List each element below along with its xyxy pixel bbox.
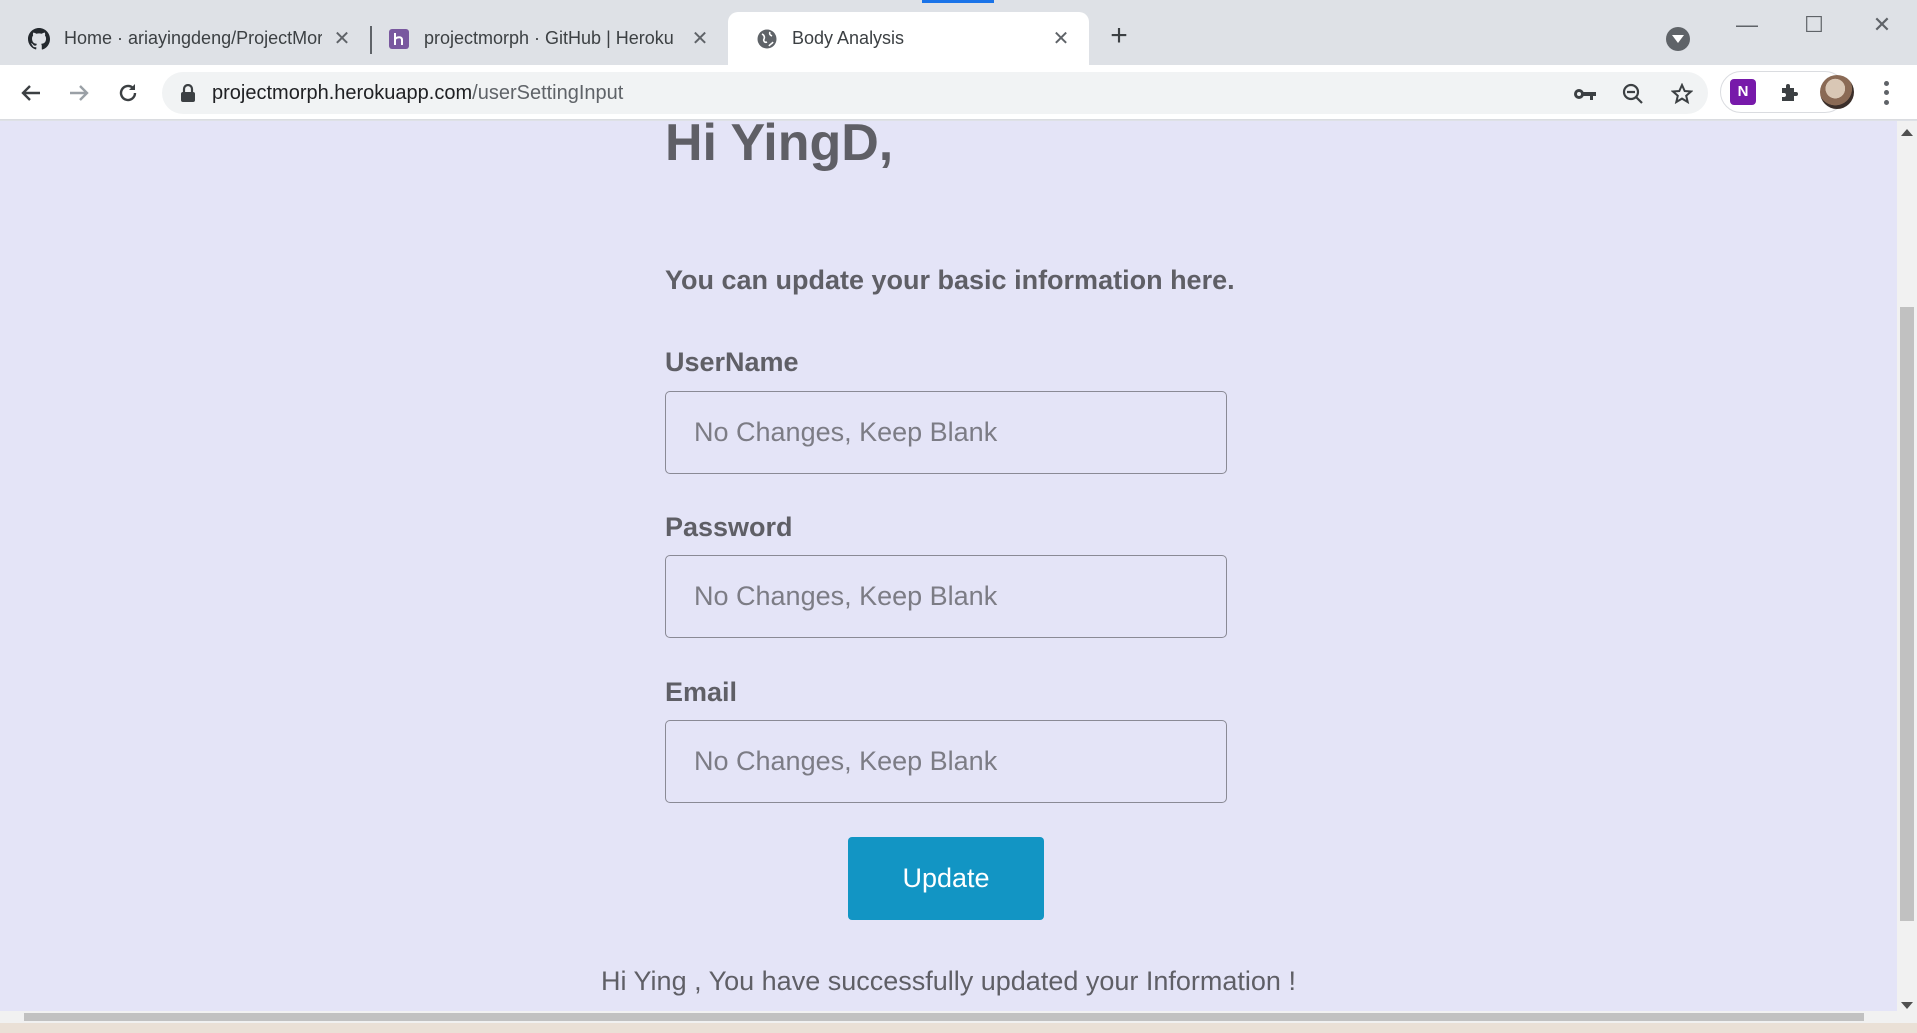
url-path: /userSettingInput [472, 82, 624, 104]
vertical-scrollbar[interactable] [1897, 121, 1917, 1011]
username-label: UserName [665, 347, 799, 377]
back-arrow-icon[interactable] [16, 78, 46, 108]
globe-icon [756, 28, 778, 50]
zoom-out-icon[interactable] [1620, 81, 1646, 107]
tab-body-analysis[interactable]: Body Analysis ✕ [728, 12, 1089, 65]
tab-strip: Home · ariayingdeng/ProjectMorph ✕ proje… [0, 0, 1917, 65]
minimize-icon[interactable]: — [1727, 10, 1767, 40]
tab-search-icon[interactable] [1666, 27, 1690, 51]
extensions-puzzle-icon[interactable] [1775, 77, 1805, 107]
reload-icon[interactable] [113, 78, 143, 108]
password-input[interactable] [665, 555, 1227, 638]
vertical-scroll-thumb[interactable] [1900, 307, 1914, 921]
os-taskbar [0, 1023, 1917, 1033]
url-text: projectmorph.herokuapp.com/userSettingIn… [212, 82, 623, 105]
tab-title: Body Analysis [792, 28, 905, 48]
page-title: Hi YingD, [665, 121, 894, 172]
onenote-icon[interactable]: N [1730, 79, 1756, 105]
update-button[interactable]: Update [848, 837, 1044, 920]
close-icon[interactable]: ✕ [690, 29, 710, 49]
url-domain: projectmorph.herokuapp.com [212, 82, 473, 104]
heroku-icon [388, 28, 410, 50]
tab-title: projectmorph · GitHub | Heroku [424, 28, 674, 48]
loading-indicator [922, 0, 994, 3]
tab-title: Home · ariayingdeng/ProjectMorph [64, 28, 322, 48]
success-message: Hi Ying , You have successfully updated … [601, 966, 1296, 996]
scroll-down-icon[interactable] [1901, 1002, 1913, 1009]
horizontal-scroll-thumb[interactable] [24, 1013, 1864, 1021]
close-window-icon[interactable]: ✕ [1862, 10, 1902, 40]
kebab-menu-icon[interactable] [1876, 79, 1896, 107]
maximize-icon[interactable]: ☐ [1794, 10, 1834, 40]
lock-icon[interactable] [180, 83, 196, 102]
close-icon[interactable]: ✕ [332, 29, 352, 49]
new-tab-icon[interactable]: + [1104, 21, 1134, 52]
profile-avatar[interactable] [1820, 75, 1854, 109]
username-input[interactable] [665, 391, 1227, 474]
tab-github[interactable]: Home · ariayingdeng/ProjectMorph ✕ [0, 12, 370, 65]
password-label: Password [665, 512, 793, 542]
browser-toolbar: projectmorph.herokuapp.com/userSettingIn… [0, 65, 1917, 120]
email-input[interactable] [665, 720, 1227, 803]
scroll-up-icon[interactable] [1901, 129, 1913, 136]
forward-arrow-icon[interactable] [64, 78, 94, 108]
github-icon [28, 27, 50, 50]
key-icon[interactable] [1572, 81, 1598, 107]
close-icon[interactable]: ✕ [1051, 29, 1071, 49]
address-bar[interactable]: projectmorph.herokuapp.com/userSettingIn… [162, 72, 1708, 114]
horizontal-scrollbar[interactable] [0, 1011, 1917, 1023]
bookmark-star-icon[interactable] [1669, 81, 1695, 107]
page-content: Hi YingD, You can update your basic info… [0, 121, 1897, 1011]
tab-heroku[interactable]: projectmorph · GitHub | Heroku ✕ [360, 12, 728, 65]
form-subtitle: You can update your basic information he… [665, 265, 1235, 295]
email-label: Email [665, 677, 738, 707]
